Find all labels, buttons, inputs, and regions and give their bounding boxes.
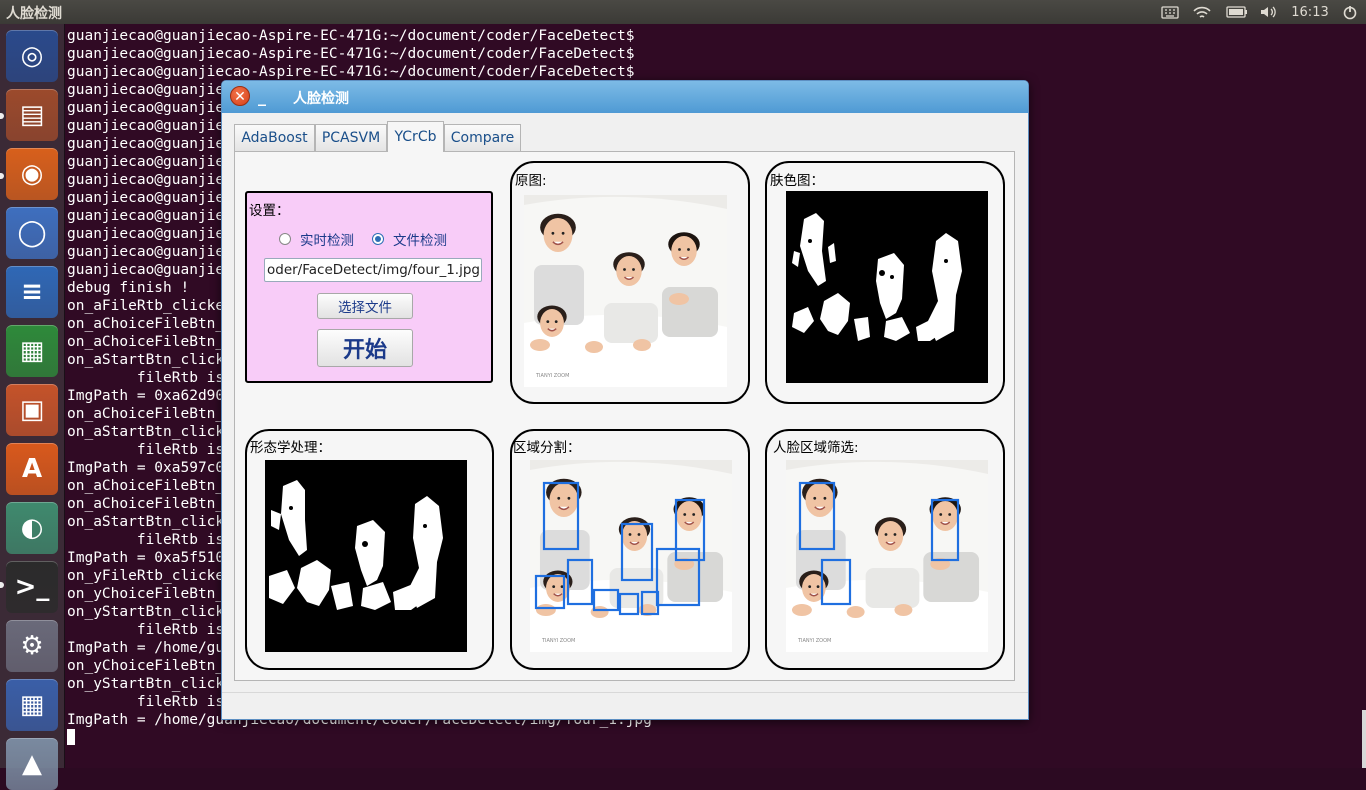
window-title: 人脸检测: [293, 91, 349, 107]
terminal-line: debug finish !: [67, 280, 190, 296]
svg-text:TIANYI ZOOM: TIANYI ZOOM: [797, 638, 831, 644]
skin-mask-image: [786, 191, 988, 383]
segmentation-image: TIANYI ZOOM: [530, 460, 732, 652]
terminal-line: on_yFileRtb_clicked: [67, 568, 233, 584]
face-detect-window: ✕ _ 人脸检测 AdaBoost PCASVM YCrCb Compare 设…: [221, 80, 1029, 720]
svg-text:TIANYI ZOOM: TIANYI ZOOM: [535, 373, 569, 379]
settings-label: 设置：: [249, 203, 290, 219]
active-app-title: 人脸检测: [6, 6, 62, 22]
tab-adaboost[interactable]: AdaBoost: [234, 124, 315, 151]
launcher-trash[interactable]: ▲: [6, 738, 58, 790]
system-settings-icon: ⚙: [20, 631, 44, 661]
status-bar: [222, 692, 1028, 719]
terminal-line: guanjiecao@guanjiecao-Aspire-EC-471G:~/d…: [67, 28, 635, 44]
close-icon: ✕: [234, 89, 246, 105]
radio-indicator-checked: [372, 233, 384, 245]
launcher-terminal[interactable]: >_: [6, 561, 58, 613]
terminal-line: on_aStartBtn_clicked: [67, 514, 242, 530]
radio-indicator: [279, 233, 291, 245]
launcher-libreoffice-calc[interactable]: ▦: [6, 325, 58, 377]
top-panel: 人脸检测 16:13: [0, 0, 1366, 24]
terminal-line: on_aFileRtb_clicked: [67, 298, 233, 314]
power-icon[interactable]: [1340, 4, 1360, 20]
launcher: ◎ ▤ ◉ ◯ ≡ ▦ ▣ A ◐ >_ ⚙ ▦ ▲: [0, 24, 65, 790]
clock[interactable]: 16:13: [1288, 4, 1332, 20]
running-indicator: [0, 173, 4, 179]
terminal-cursor: [67, 729, 75, 745]
morphology-panel: 形态学处理：: [245, 429, 494, 670]
tab-pcasvm[interactable]: PCASVM: [315, 124, 387, 151]
launcher-face-app[interactable]: ◐: [6, 502, 58, 554]
scrollbar[interactable]: [1362, 710, 1366, 768]
face-filter-label: 人脸区域筛选:: [773, 440, 859, 456]
terminal-line: on_aStartBtn_clicked: [67, 424, 242, 440]
launcher-chromium[interactable]: ◯: [6, 207, 58, 259]
segmentation-panel: 区域分割： TIANYI ZOOM: [510, 429, 750, 670]
close-button[interactable]: ✕: [230, 86, 250, 106]
battery-icon[interactable]: [1225, 4, 1249, 20]
running-indicator: [0, 113, 4, 119]
workspace-switcher-icon: ▦: [19, 690, 45, 720]
launcher-firefox[interactable]: ◉: [6, 148, 58, 200]
launcher-libreoffice-writer[interactable]: ≡: [6, 266, 58, 318]
chromium-icon: ◯: [17, 218, 47, 248]
terminal-line: on_yStartBtn_clicked: [67, 604, 242, 620]
face-app-icon: ◐: [20, 513, 44, 543]
minimize-icon: _: [258, 87, 266, 106]
file-radio[interactable]: 文件检测: [372, 229, 447, 249]
terminal-line: guanjiecao@guanjiecao-Aspire-EC-471G:~/d…: [67, 46, 635, 62]
files-icon: ▤: [19, 100, 45, 130]
realtime-radio-label: 实时检测: [300, 233, 354, 249]
realtime-radio[interactable]: 实时检测: [279, 229, 354, 249]
launcher-software-center[interactable]: A: [6, 443, 58, 495]
original-image: TIANYI ZOOM: [524, 195, 727, 387]
launcher-system-settings[interactable]: ⚙: [6, 620, 58, 672]
terminal-line: on_aStartBtn_clicked: [67, 352, 242, 368]
terminal-line: ImgPath = 0xa5f510: [67, 550, 225, 566]
face-filter-image: TIANYI ZOOM: [786, 460, 988, 652]
keyboard-icon[interactable]: [1159, 4, 1181, 20]
skin-label: 肤色图：: [770, 173, 824, 189]
morphology-label: 形态学处理：: [250, 440, 331, 456]
libreoffice-calc-icon: ▦: [19, 336, 45, 366]
volume-icon[interactable]: [1258, 4, 1280, 20]
minimize-button[interactable]: _: [258, 87, 272, 107]
face-filter-panel: 人脸区域筛选: TIANYI ZOOM: [765, 429, 1005, 670]
terminal-line: ImgPath = 0xa597c0: [67, 460, 225, 476]
window-titlebar[interactable]: ✕ _ 人脸检测: [222, 81, 1028, 113]
terminal-line: guanjiecao@guanjiecao-Aspire-EC-471G:~/d…: [67, 64, 635, 80]
morphology-image: [265, 460, 467, 652]
libreoffice-impress-icon: ▣: [19, 395, 45, 425]
libreoffice-writer-icon: ≡: [21, 277, 43, 307]
trash-icon: ▲: [22, 749, 42, 779]
choose-file-button[interactable]: 选择文件: [317, 293, 413, 319]
svg-text:TIANYI ZOOM: TIANYI ZOOM: [541, 638, 575, 644]
file-path-input[interactable]: oder/FaceDetect/img/four_1.jpg: [264, 258, 482, 282]
original-label: 原图:: [515, 173, 547, 189]
launcher-ubuntu-dash[interactable]: ◎: [6, 30, 58, 82]
tab-compare[interactable]: Compare: [444, 124, 521, 151]
launcher-libreoffice-impress[interactable]: ▣: [6, 384, 58, 436]
skin-panel: 肤色图：: [765, 161, 1005, 404]
tab-ycrcb[interactable]: YCrCb: [387, 121, 444, 152]
firefox-icon: ◉: [20, 159, 44, 189]
terminal-icon: >_: [14, 572, 50, 602]
running-indicator: [0, 582, 4, 588]
launcher-files[interactable]: ▤: [6, 89, 58, 141]
start-button[interactable]: 开始: [317, 329, 413, 367]
terminal-line: ImgPath = 0xa62d90: [67, 388, 225, 404]
software-center-icon: A: [21, 454, 43, 484]
file-radio-label: 文件检测: [393, 233, 447, 249]
settings-group: 设置： 实时检测 文件检测 oder/FaceDetect/img/four_1…: [245, 191, 493, 383]
terminal-line: on_yStartBtn_clicked: [67, 676, 242, 692]
original-panel: 原图: TIANYI ZOOM: [510, 161, 750, 404]
segmentation-label: 区域分割：: [513, 440, 581, 456]
wifi-icon[interactable]: [1191, 4, 1213, 20]
launcher-workspace-switcher[interactable]: ▦: [6, 679, 58, 731]
ubuntu-dash-icon: ◎: [20, 41, 44, 71]
